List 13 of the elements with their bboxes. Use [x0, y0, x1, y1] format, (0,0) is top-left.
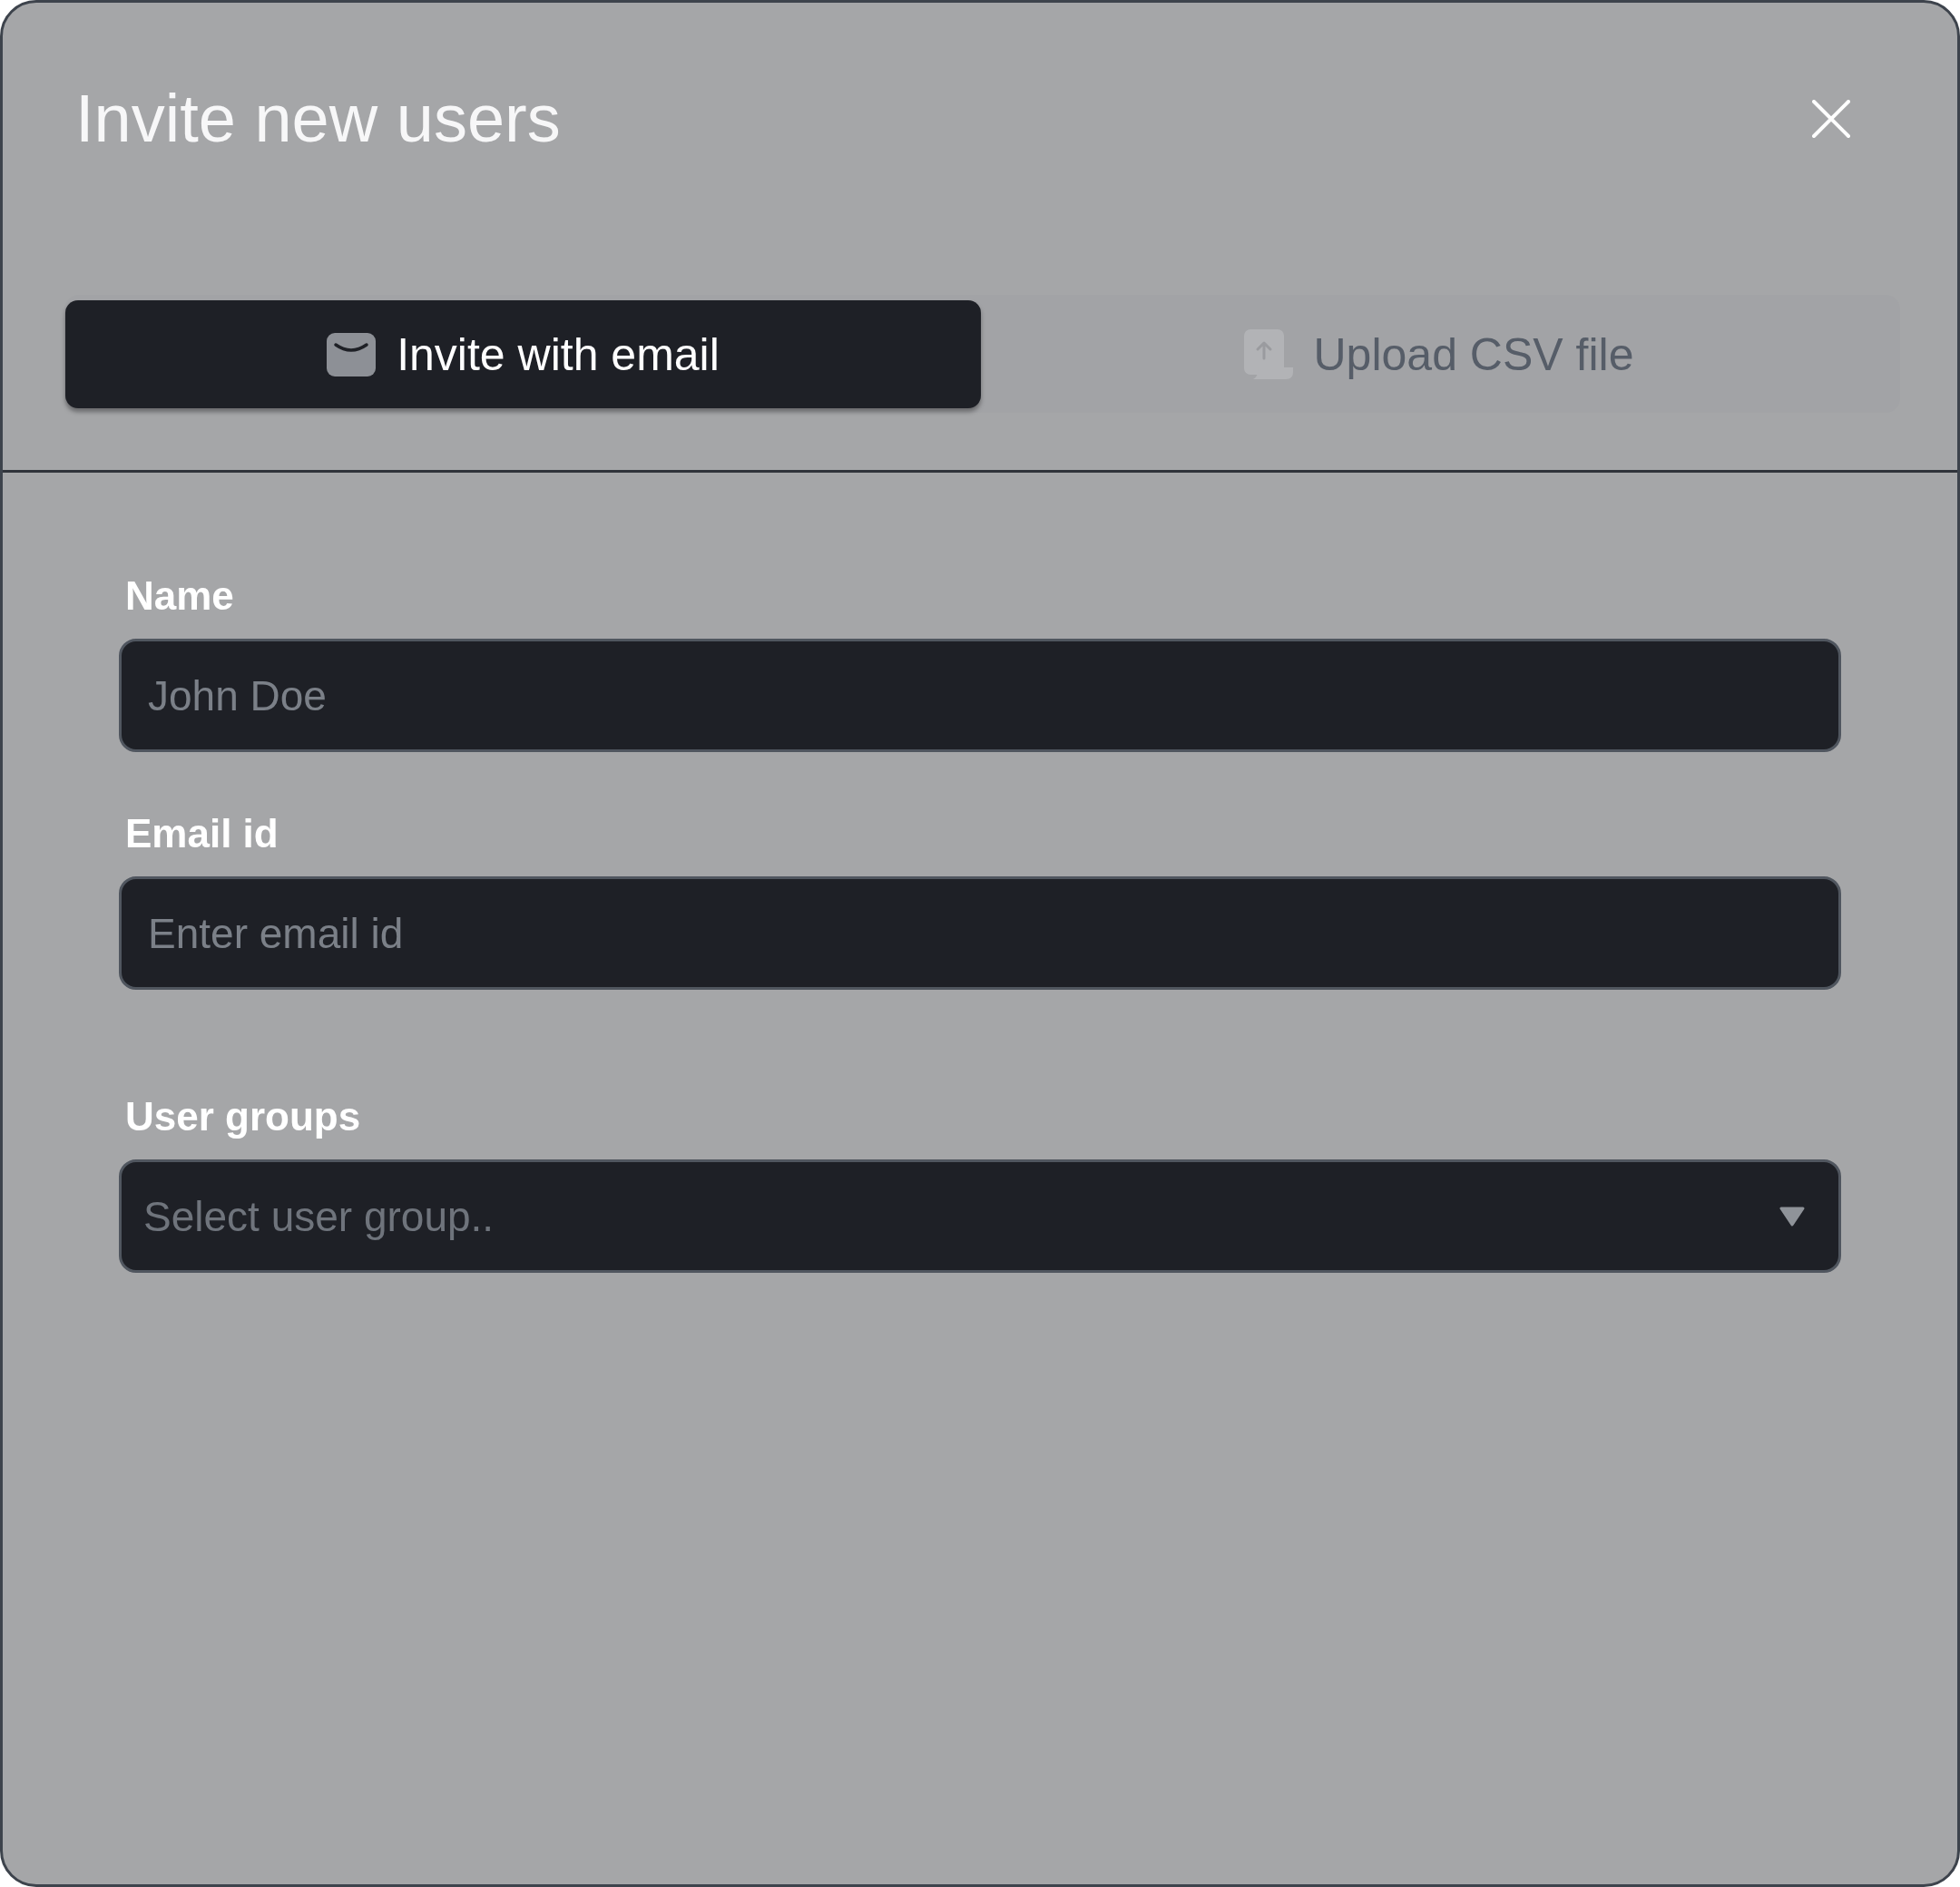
field-label: Name	[125, 572, 234, 620]
file-upload-icon	[1243, 329, 1293, 379]
text-input[interactable]: John Doe	[119, 639, 1841, 752]
close-icon	[1812, 100, 1850, 138]
caret-down-icon	[1779, 1206, 1805, 1227]
tab[interactable]: Upload CSV file	[981, 300, 1896, 408]
text-input[interactable]: Enter email id	[119, 876, 1841, 990]
envelope-icon	[327, 332, 377, 376]
dialog-title: Invite new users	[75, 80, 561, 158]
dropdown-field[interactable]: Select user group..	[119, 1159, 1841, 1273]
field-label: Email id	[125, 810, 279, 857]
tab[interactable]: Invite with email	[65, 300, 981, 408]
field-label: User groups	[125, 1093, 361, 1140]
